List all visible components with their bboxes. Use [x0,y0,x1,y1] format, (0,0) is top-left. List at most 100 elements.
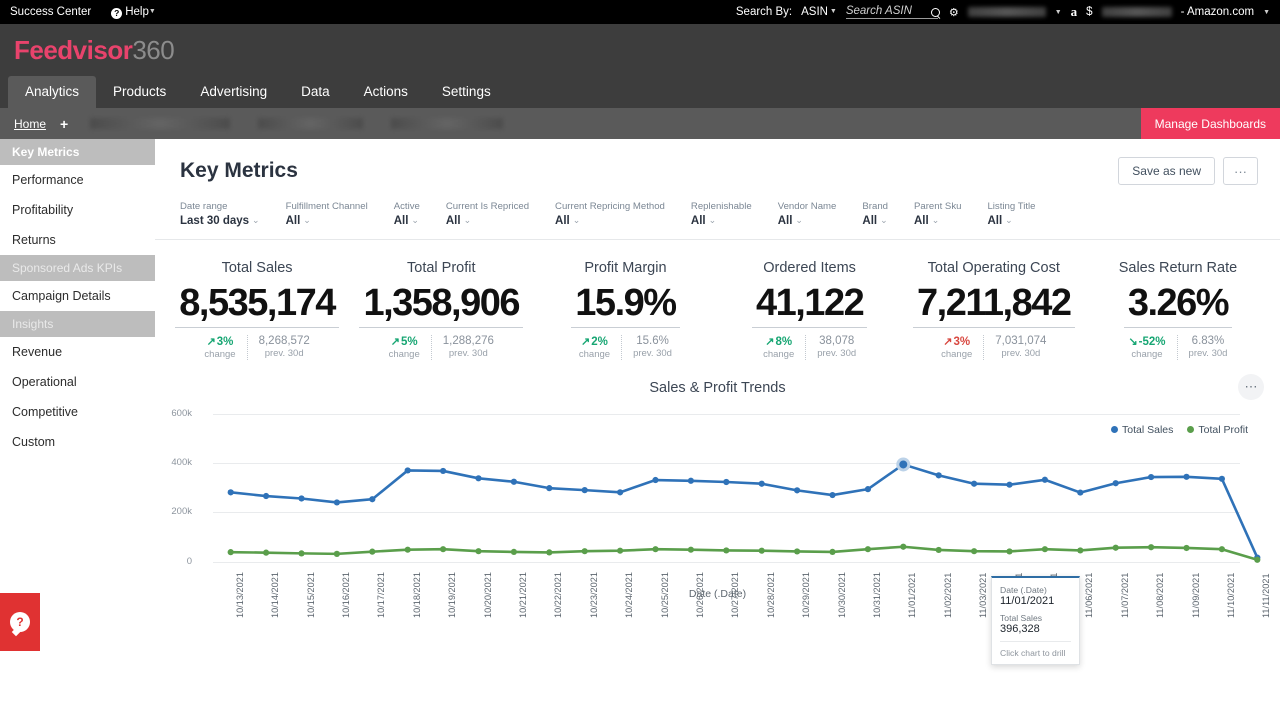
chart-data-point[interactable] [829,548,836,555]
chart-data-point[interactable] [1006,547,1013,555]
marketplace-label[interactable]: - Amazon.com [1181,6,1255,18]
sidebar-item-returns[interactable]: Returns [0,225,155,255]
help-support-button[interactable]: ? [0,593,40,651]
chart-data-point[interactable] [581,547,588,554]
nav-item-data[interactable]: Data [284,76,347,108]
chart-data-point[interactable] [475,474,482,481]
chart-data-point[interactable] [829,491,836,498]
sidebar-item-revenue[interactable]: Revenue [0,337,155,367]
add-tab-button[interactable]: + [60,116,68,132]
chart-data-point[interactable] [546,484,553,491]
tab-redacted-1[interactable] [90,118,231,129]
nav-item-actions[interactable]: Actions [347,76,425,108]
chart-data-point[interactable] [510,548,517,555]
chart-data-point[interactable] [1148,473,1155,480]
chart-data-point[interactable] [900,543,907,550]
chart-data-point[interactable] [1077,546,1084,554]
chart-data-point[interactable] [1148,543,1155,550]
chart-data-point[interactable] [935,546,942,553]
chart-data-point[interactable] [1006,481,1013,488]
chart-data-point[interactable] [723,478,730,485]
chart-data-point[interactable] [687,477,694,484]
chart-data-point[interactable] [1183,544,1190,551]
chart-data-point[interactable] [227,488,234,495]
chart-data-point[interactable] [546,548,553,556]
chart-data-point[interactable] [440,467,447,474]
chart-data-point[interactable] [227,548,234,555]
tab-redacted-2[interactable] [258,118,364,129]
chart-data-point[interactable] [263,549,270,556]
chart-more-button[interactable]: ⋯ [1238,373,1264,400]
chart-data-point[interactable] [971,547,978,554]
chart-data-point[interactable] [1183,473,1190,480]
chart-data-point[interactable] [404,466,411,474]
sidebar-item-campaign-details[interactable]: Campaign Details [0,281,155,311]
chart-data-point[interactable] [1041,476,1048,483]
save-as-new-button[interactable]: Save as new [1118,157,1215,185]
chart-data-point[interactable] [263,492,270,499]
chart-data-point[interactable] [404,546,411,553]
chart-data-point[interactable] [298,494,305,502]
chart-data-point[interactable] [333,550,340,557]
filter-listing-title-value[interactable]: All ⌄ [987,215,1035,227]
search-by-select[interactable]: ASIN ▼ [801,6,837,18]
filter-parent-sku-value[interactable]: All ⌄ [914,215,961,227]
chart-data-point[interactable] [723,546,730,554]
filter-active-value[interactable]: All ⌄ [394,215,420,227]
search-input[interactable] [845,5,938,19]
chart-data-point[interactable] [758,547,765,554]
chart-data-point[interactable] [687,546,694,553]
chart-data-point[interactable] [1218,545,1225,552]
tab-home[interactable]: Home [14,117,46,131]
chart-data-point[interactable] [510,478,517,485]
chart-data-point[interactable] [652,476,659,483]
chart-data-point[interactable] [475,547,482,554]
chart-data-point[interactable] [1254,556,1261,563]
success-center-link[interactable]: Success Center [10,6,91,18]
search-icon[interactable] [930,7,940,17]
app-logo[interactable]: Feedvisor360 [0,24,1280,75]
sidebar-item-competitive[interactable]: Competitive [0,397,155,427]
chart-data-point[interactable] [617,547,624,554]
chart-data-point[interactable] [652,545,659,552]
gear-icon[interactable]: ⚙ [949,6,959,19]
filter-current-is-repriced-value[interactable]: All ⌄ [446,215,529,227]
nav-item-advertising[interactable]: Advertising [183,76,284,108]
chart-data-point[interactable] [298,549,305,557]
chart-data-point[interactable] [1041,545,1048,552]
chart-data-point[interactable] [369,495,376,502]
nav-item-settings[interactable]: Settings [425,76,508,108]
chart-data-point[interactable] [896,456,911,471]
filter-fulfillment-channel-value[interactable]: All ⌄ [286,215,368,227]
chart-data-point[interactable] [794,547,801,555]
sidebar-item-custom[interactable]: Custom [0,427,155,457]
chart-data-point[interactable] [333,498,340,506]
chart-data-point[interactable] [1112,544,1119,551]
chart-data-point[interactable] [369,548,376,555]
sidebar-item-profitability[interactable]: Profitability [0,195,155,225]
chart-data-point[interactable] [617,488,624,495]
chevron-down-icon[interactable]: ▼ [1263,9,1270,16]
manage-dashboards-button[interactable]: Manage Dashboards [1140,108,1280,139]
chart-data-point[interactable] [758,480,765,487]
chart-data-point[interactable] [440,545,447,552]
filter-brand-value[interactable]: All ⌄ [862,215,888,227]
chart-data-point[interactable] [1077,489,1084,496]
chart-data-point[interactable] [794,486,801,494]
filter-vendor-name-value[interactable]: All ⌄ [778,215,837,227]
chart-data-point[interactable] [935,471,942,479]
chart-data-point[interactable] [1218,475,1225,482]
chart-data-point[interactable] [864,545,872,552]
filter-current-repricing-method-value[interactable]: All ⌄ [555,215,665,227]
chart-plot-area[interactable]: 0 200k 400k 600k 10/13/2021 10/14/2021 10/15/2… [171,402,1271,618]
filter-date-range-value[interactable]: Last 30 days ⌄ [180,215,260,227]
chart-data-point[interactable] [971,480,978,487]
nav-item-products[interactable]: Products [96,76,183,108]
chart-data-point[interactable] [864,485,872,492]
nav-item-analytics[interactable]: Analytics [8,76,97,108]
chevron-down-icon[interactable]: ▼ [1055,9,1062,16]
tab-redacted-3[interactable] [391,118,504,129]
filter-replenishable-value[interactable]: All ⌄ [691,215,752,227]
sidebar-item-performance[interactable]: Performance [0,165,155,195]
chart-data-point[interactable] [1112,479,1119,486]
